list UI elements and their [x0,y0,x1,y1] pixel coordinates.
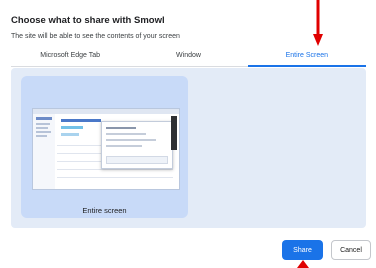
tab-microsoft-edge-tab[interactable]: Microsoft Edge Tab [11,46,129,66]
share-dialog: Choose what to share with Smowl The site… [0,0,376,268]
source-card-label: Entire screen [82,206,127,215]
annotation-arrow-up-icon [297,260,309,268]
source-card-entire-screen[interactable]: Entire screen [21,76,188,218]
source-tabs: Microsoft Edge Tab Window Entire Screen [11,46,367,67]
share-button[interactable]: Share [282,240,323,260]
annotation-arrow-down-icon [313,0,323,46]
screen-thumbnail [32,108,180,190]
tab-entire-screen[interactable]: Entire Screen [247,46,367,67]
tab-window[interactable]: Window [129,46,247,66]
source-panel: Entire screen [11,68,366,228]
dialog-title: Choose what to share with Smowl [11,15,165,26]
dialog-subtitle: The site will be able to see the content… [11,33,180,40]
cancel-button[interactable]: Cancel [331,240,371,260]
